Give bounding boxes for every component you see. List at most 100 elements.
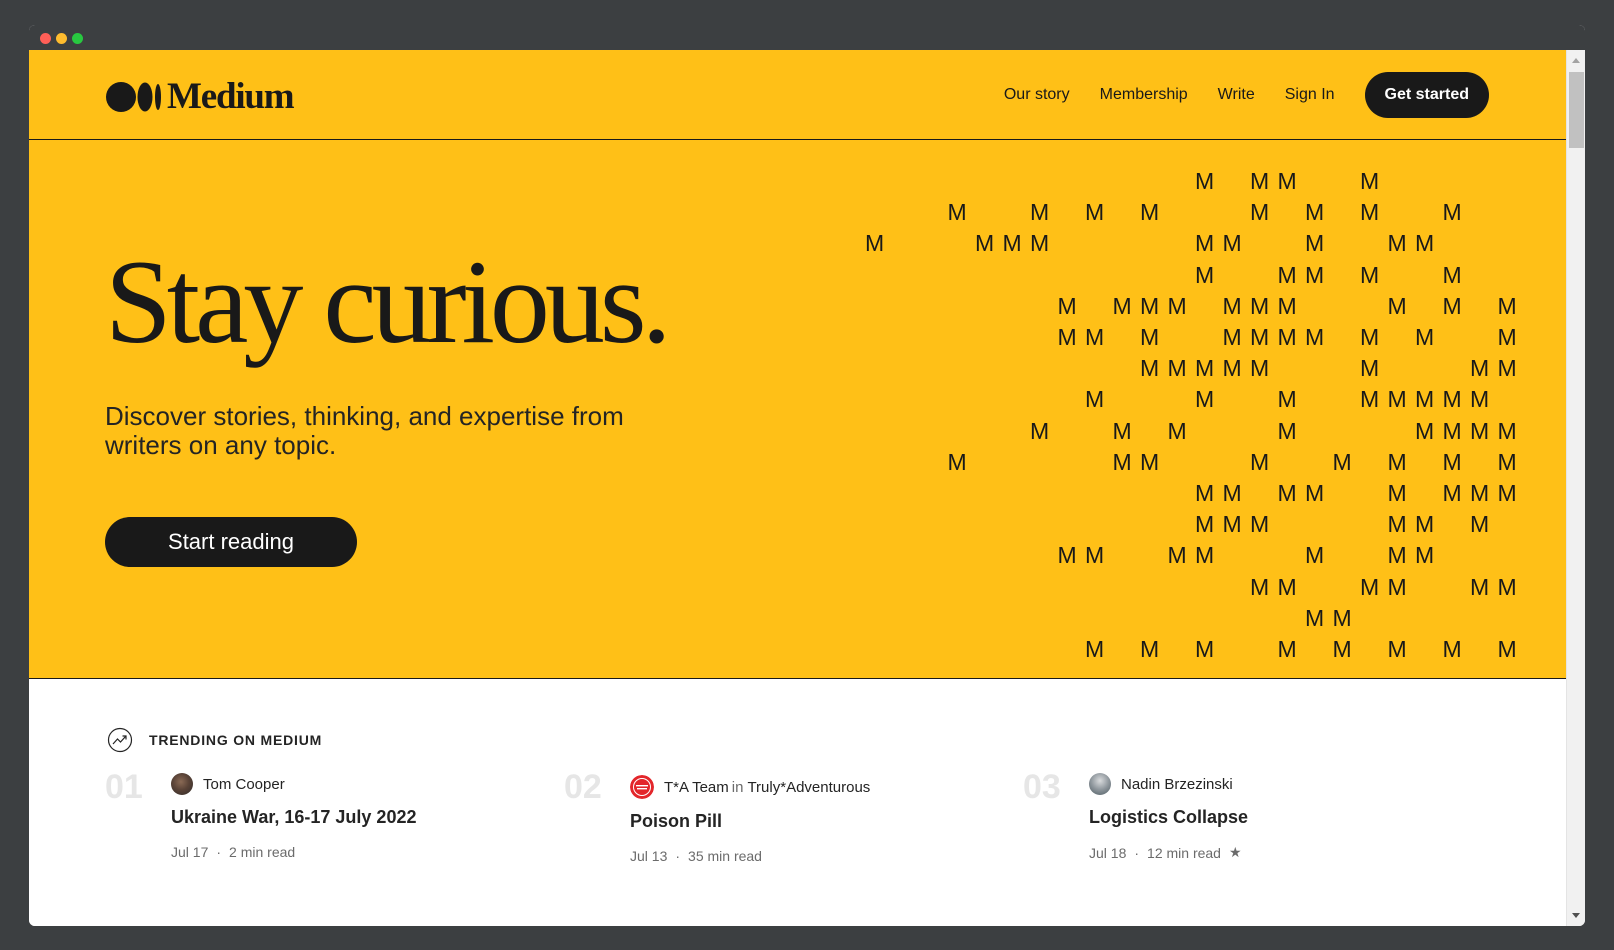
m-glyph: M xyxy=(975,230,995,257)
m-glyph: M xyxy=(1497,324,1517,350)
m-glyph: M xyxy=(1085,386,1105,413)
m-glyph: M xyxy=(1442,417,1462,444)
m-glyph: M xyxy=(1387,573,1407,600)
m-glyph: M xyxy=(1195,636,1215,662)
nav-our-story[interactable]: Our story xyxy=(1004,86,1070,104)
m-glyph: M xyxy=(1470,480,1490,506)
m-glyph: M xyxy=(1305,261,1325,288)
minimize-window-button[interactable] xyxy=(56,33,67,44)
m-glyph: M xyxy=(1415,386,1435,413)
m-glyph: M xyxy=(1250,199,1270,226)
m-glyph: M xyxy=(1360,573,1380,600)
m-glyph: M xyxy=(1167,355,1187,382)
m-glyph: M xyxy=(1442,386,1462,413)
m-glyph: M xyxy=(1305,542,1325,569)
m-glyph: M xyxy=(1222,230,1242,257)
m-glyph: M xyxy=(1332,604,1352,631)
trending-icon xyxy=(107,727,133,753)
nav-membership[interactable]: Membership xyxy=(1100,86,1188,104)
m-glyph: M xyxy=(1387,511,1407,538)
author-name: Tom Cooper xyxy=(203,775,285,793)
m-glyph: M xyxy=(1030,417,1050,444)
site-header: Medium Our story Membership Write Sign I… xyxy=(29,50,1566,140)
m-glyph: M xyxy=(1277,573,1297,600)
start-reading-button[interactable]: Start reading xyxy=(105,517,357,567)
red-badge-avatar-icon xyxy=(630,775,654,799)
trending-label: TRENDING ON MEDIUM xyxy=(149,732,323,748)
publication-name[interactable]: Truly*Adventurous xyxy=(747,779,870,796)
nav-write[interactable]: Write xyxy=(1218,86,1255,104)
m-glyph: M xyxy=(1360,199,1380,226)
m-glyph: M xyxy=(1360,386,1380,413)
card-title[interactable]: Ukraine War, 16-17 July 2022 xyxy=(171,807,416,828)
trending-card[interactable]: 01 Tom Cooper Ukraine War, 16-17 July 20… xyxy=(105,770,525,890)
m-glyph: M xyxy=(1442,480,1462,506)
card-read-time: 2 min read xyxy=(229,844,296,860)
scroll-down-arrow-icon[interactable] xyxy=(1572,913,1580,918)
m-glyph: M xyxy=(1497,448,1517,475)
nav-sign-in[interactable]: Sign In xyxy=(1285,86,1335,104)
card-meta: Jul 18 · 12 min read ★ xyxy=(1089,844,1242,861)
m-glyph: M xyxy=(1497,292,1517,319)
m-glyph: M xyxy=(1277,168,1297,194)
m-glyph: M xyxy=(1140,292,1160,319)
browser-window: Medium Our story Membership Write Sign I… xyxy=(29,25,1585,926)
m-glyph: M xyxy=(1250,292,1270,319)
m-glyph: M xyxy=(1085,636,1105,662)
m-glyph: M xyxy=(1497,355,1517,382)
m-glyph: M xyxy=(1195,168,1215,194)
m-glyph: M xyxy=(1057,324,1077,350)
hero-section: MMMMMMMMMMMMMMMMMMMMMMMMMMMMMMMMMMMMMMMM… xyxy=(29,140,1566,679)
m-glyph: M xyxy=(1085,542,1105,569)
m-glyph: M xyxy=(1222,511,1242,538)
trending-rank: 02 xyxy=(564,768,602,806)
card-title[interactable]: Poison Pill xyxy=(630,811,722,832)
trending-rank: 01 xyxy=(105,768,143,806)
logo-wordmark: Medium xyxy=(167,76,295,117)
m-glyph: M xyxy=(1140,199,1160,226)
card-author[interactable]: Nadin Brzezinski xyxy=(1089,772,1233,796)
m-glyph: M xyxy=(1387,480,1407,506)
m-glyph: M xyxy=(1112,292,1132,319)
medium-logo[interactable]: Medium xyxy=(105,76,295,117)
card-author[interactable]: Tom Cooper xyxy=(171,772,285,796)
m-glyph: M xyxy=(1112,417,1132,444)
get-started-button[interactable]: Get started xyxy=(1364,72,1489,118)
m-glyph: M xyxy=(1415,511,1435,538)
medium-logo-icon xyxy=(106,82,161,112)
card-date: Jul 18 xyxy=(1089,844,1127,861)
m-glyph: M xyxy=(1277,292,1297,319)
card-author[interactable]: T*A Team in Truly*Adventurous xyxy=(630,775,870,799)
m-glyph: M xyxy=(1360,168,1380,194)
m-glyph: M xyxy=(1250,511,1270,538)
scroll-up-arrow-icon[interactable] xyxy=(1572,58,1580,63)
card-date: Jul 13 xyxy=(630,848,668,864)
m-glyph: M xyxy=(1057,542,1077,569)
trending-card[interactable]: 03 Nadin Brzezinski Logistics Collapse J… xyxy=(1023,770,1443,890)
hero-subtitle: Discover stories, thinking, and expertis… xyxy=(105,401,624,460)
author-name: Nadin Brzezinski xyxy=(1121,775,1233,793)
page-viewport: Medium Our story Membership Write Sign I… xyxy=(29,50,1566,926)
m-glyph: M xyxy=(1387,230,1407,257)
m-glyph: M xyxy=(1085,199,1105,226)
m-glyph: M xyxy=(1277,261,1297,288)
close-window-button[interactable] xyxy=(40,33,51,44)
m-glyph: M xyxy=(1415,230,1435,257)
m-glyph: M xyxy=(1195,542,1215,569)
m-glyph: M xyxy=(1167,417,1187,444)
m-glyph: M xyxy=(1387,542,1407,569)
m-glyph: M xyxy=(1195,480,1215,506)
m-glyph: M xyxy=(1470,511,1490,538)
m-glyph: M xyxy=(1470,386,1490,413)
meta-separator: · xyxy=(1134,844,1140,861)
scroll-thumb[interactable] xyxy=(1569,72,1584,148)
m-glyph: M xyxy=(1305,480,1325,506)
m-glyph: M xyxy=(1140,448,1160,475)
trending-card[interactable]: 02 T*A Team in Truly*Adventurous Poison … xyxy=(564,770,984,890)
maximize-window-button[interactable] xyxy=(72,33,83,44)
m-glyph: M xyxy=(1195,261,1215,288)
author-in-word: in xyxy=(731,778,744,796)
vertical-scrollbar[interactable] xyxy=(1566,50,1585,926)
card-title[interactable]: Logistics Collapse xyxy=(1089,807,1248,828)
m-glyph: M xyxy=(1305,230,1325,257)
